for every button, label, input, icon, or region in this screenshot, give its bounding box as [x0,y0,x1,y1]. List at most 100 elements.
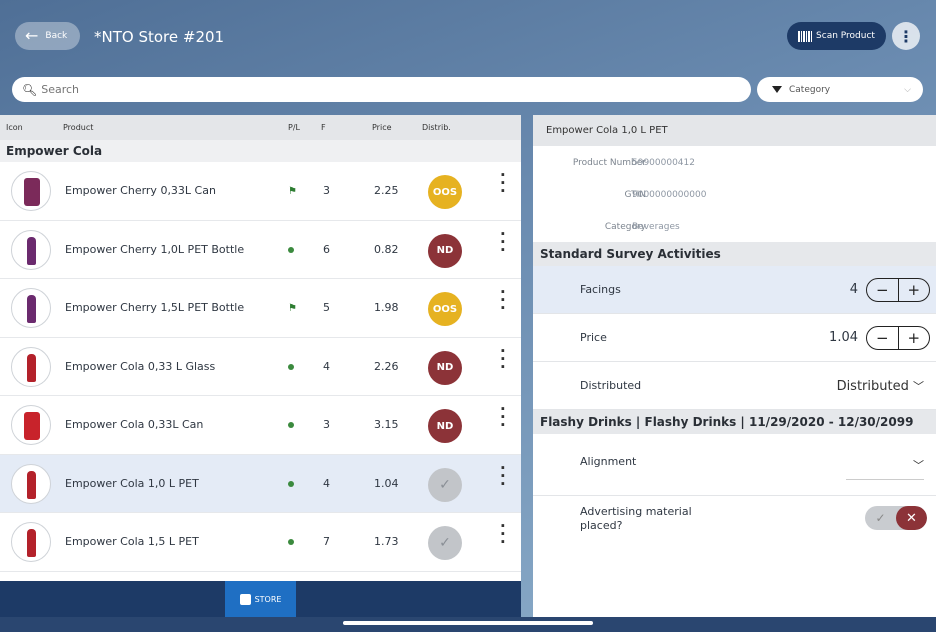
check-icon[interactable]: ✓ [865,506,896,530]
distrib-badge[interactable]: OOS [428,292,462,326]
facings-value: 4 [849,282,858,297]
advertising-toggle[interactable]: ✓ ✕ [865,506,927,530]
row-menu-icon[interactable]: · · · [500,519,506,550]
distrib-badge[interactable]: ND [428,233,462,268]
product-price: 1.73 [374,535,399,548]
category-row: Category Beverages [533,210,936,242]
tab-store[interactable]: STORE [225,581,296,617]
product-row[interactable]: Empower Cola 1,0 L PET 4 1.04 ✓ · · · [0,454,521,513]
facings-count: 3 [323,184,330,197]
product-row[interactable]: Empower Cherry 0,33L Can ⚑ 3 2.25 OOS · · · [0,162,521,221]
product-number-row: Product Number 59900000412 [533,146,936,178]
distrib-badge[interactable]: OOS [428,175,462,209]
tab-store-label: STORE [254,594,282,604]
bottom-tab-bar: STORE [0,581,521,617]
search-bar[interactable]: 🔍︎ [12,77,751,102]
product-name: Empower Cola 0,33L Can [65,418,204,431]
facings-count: 5 [323,301,330,314]
category-filter[interactable]: Category ⌵ [757,77,923,102]
facings-count: 6 [323,242,330,256]
product-price: 1.98 [374,301,399,314]
col-pl: P/L [288,123,300,132]
row-menu-icon[interactable]: · · · [500,460,506,491]
product-row[interactable]: Empower Cola 0,33L Can 3 3.15 ND · · · [0,396,521,455]
group-header: Empower Cola [0,140,521,162]
product-thumbnail [11,522,51,562]
increment-button[interactable]: + [899,279,930,301]
product-row[interactable]: Empower Cola 0,33 L Glass 4 2.26 ND · · · [0,338,521,396]
product-thumbnail [11,288,51,328]
distrib-badge[interactable]: ND [428,409,462,443]
product-number-value: 59900000412 [632,158,695,168]
status-dot-icon [288,420,294,428]
status-dot-icon [288,362,294,370]
facings-row: Facings 4 − + [533,266,936,314]
barcode-icon [798,30,813,42]
product-row[interactable]: Empower Cherry 1,5L PET Bottle ⚑ 5 1.98 OOS ·… [0,279,521,338]
back-button[interactable]: ← Back [15,22,80,50]
price-stepper[interactable]: − + [866,326,930,350]
chevron-down-icon: ﹀ [913,380,924,393]
row-menu-icon[interactable]: · · · [500,343,506,374]
col-icon: Icon [6,123,23,132]
section-standard-survey: Standard Survey Activities [533,242,936,266]
product-detail-panel: Empower Cola 1,0 L PET Product Number 59… [533,115,936,617]
check-icon[interactable]: ✓ [428,467,462,502]
category-label: Category [789,84,831,95]
row-menu-icon[interactable]: · · · [500,402,506,433]
product-rows: Empower Cherry 0,33L Can ⚑ 3 2.25 OOS · · · Empo… [0,162,521,572]
distrib-badge[interactable]: ND [428,350,462,385]
flag-icon: ⚑ [288,186,297,197]
section-promotion: Flashy Drinks | Flashy Drinks | 11/29/20… [533,410,936,434]
scan-label: Scan Product [816,31,875,41]
store-title: *NTO Store #201 [94,28,225,46]
distributed-select[interactable]: Distributed ﹀ [837,378,924,394]
product-row[interactable]: Empower Cherry 1,0L PET Bottle 6 0.82 ND · · · [0,221,521,279]
product-thumbnail [11,405,51,445]
alignment-select[interactable] [846,479,924,480]
row-menu-icon[interactable]: · · · [500,168,506,199]
advertising-label-line-2: placed? [580,519,623,532]
bottle-icon [27,236,36,265]
facings-count: 4 [323,476,330,490]
advertising-row: Advertising material placed? ✓ ✕ [533,496,936,542]
product-row[interactable]: Empower Cola 1,5 L PET 7 1.73 ✓ · · · [0,513,521,572]
row-menu-icon[interactable]: · · · [500,226,506,257]
product-price: 1.04 [374,476,399,490]
arrow-left-icon: ← [25,26,39,45]
can-icon [24,412,40,440]
bottle-icon [27,529,36,557]
check-icon[interactable]: ✓ [428,526,462,560]
home-indicator[interactable] [343,621,593,625]
row-menu-icon[interactable]: · · · [500,285,506,316]
facings-stepper[interactable]: − + [866,278,930,302]
facings-count: 4 [323,359,330,373]
back-label: Back [45,31,68,41]
col-f: F [321,123,326,132]
increment-button[interactable]: + [899,327,930,349]
decrement-button[interactable]: − [867,327,899,349]
alignment-label: Alignment [580,455,637,468]
advertising-label-line-1: Advertising material [580,505,692,518]
status-dot-icon [288,537,294,545]
more-options-button[interactable]: ⋮ [892,22,920,50]
can-icon [24,178,40,206]
price-label: Price [580,331,607,344]
status-dot-icon [288,479,294,487]
search-input[interactable] [41,83,692,96]
detail-title: Empower Cola 1,0 L PET [533,115,936,146]
chevron-down-icon: ⌵ [904,84,911,95]
col-product: Product [63,123,94,132]
product-price: 0.82 [374,242,399,256]
bottle-icon [27,470,36,499]
scan-product-button[interactable]: Scan Product [787,22,886,50]
price-value: 1.04 [829,330,858,345]
product-name: Empower Cherry 0,33L Can [65,184,216,197]
chevron-down-icon[interactable]: ﹀ [913,457,924,473]
flag-icon: ⚑ [288,303,297,314]
close-icon[interactable]: ✕ [896,506,927,530]
column-header: Icon Product P/L F Price Distrib. [0,115,521,140]
decrement-button[interactable]: − [867,279,899,301]
search-icon: 🔍︎ [22,82,38,97]
product-name: Empower Cherry 1,5L PET Bottle [65,301,245,314]
